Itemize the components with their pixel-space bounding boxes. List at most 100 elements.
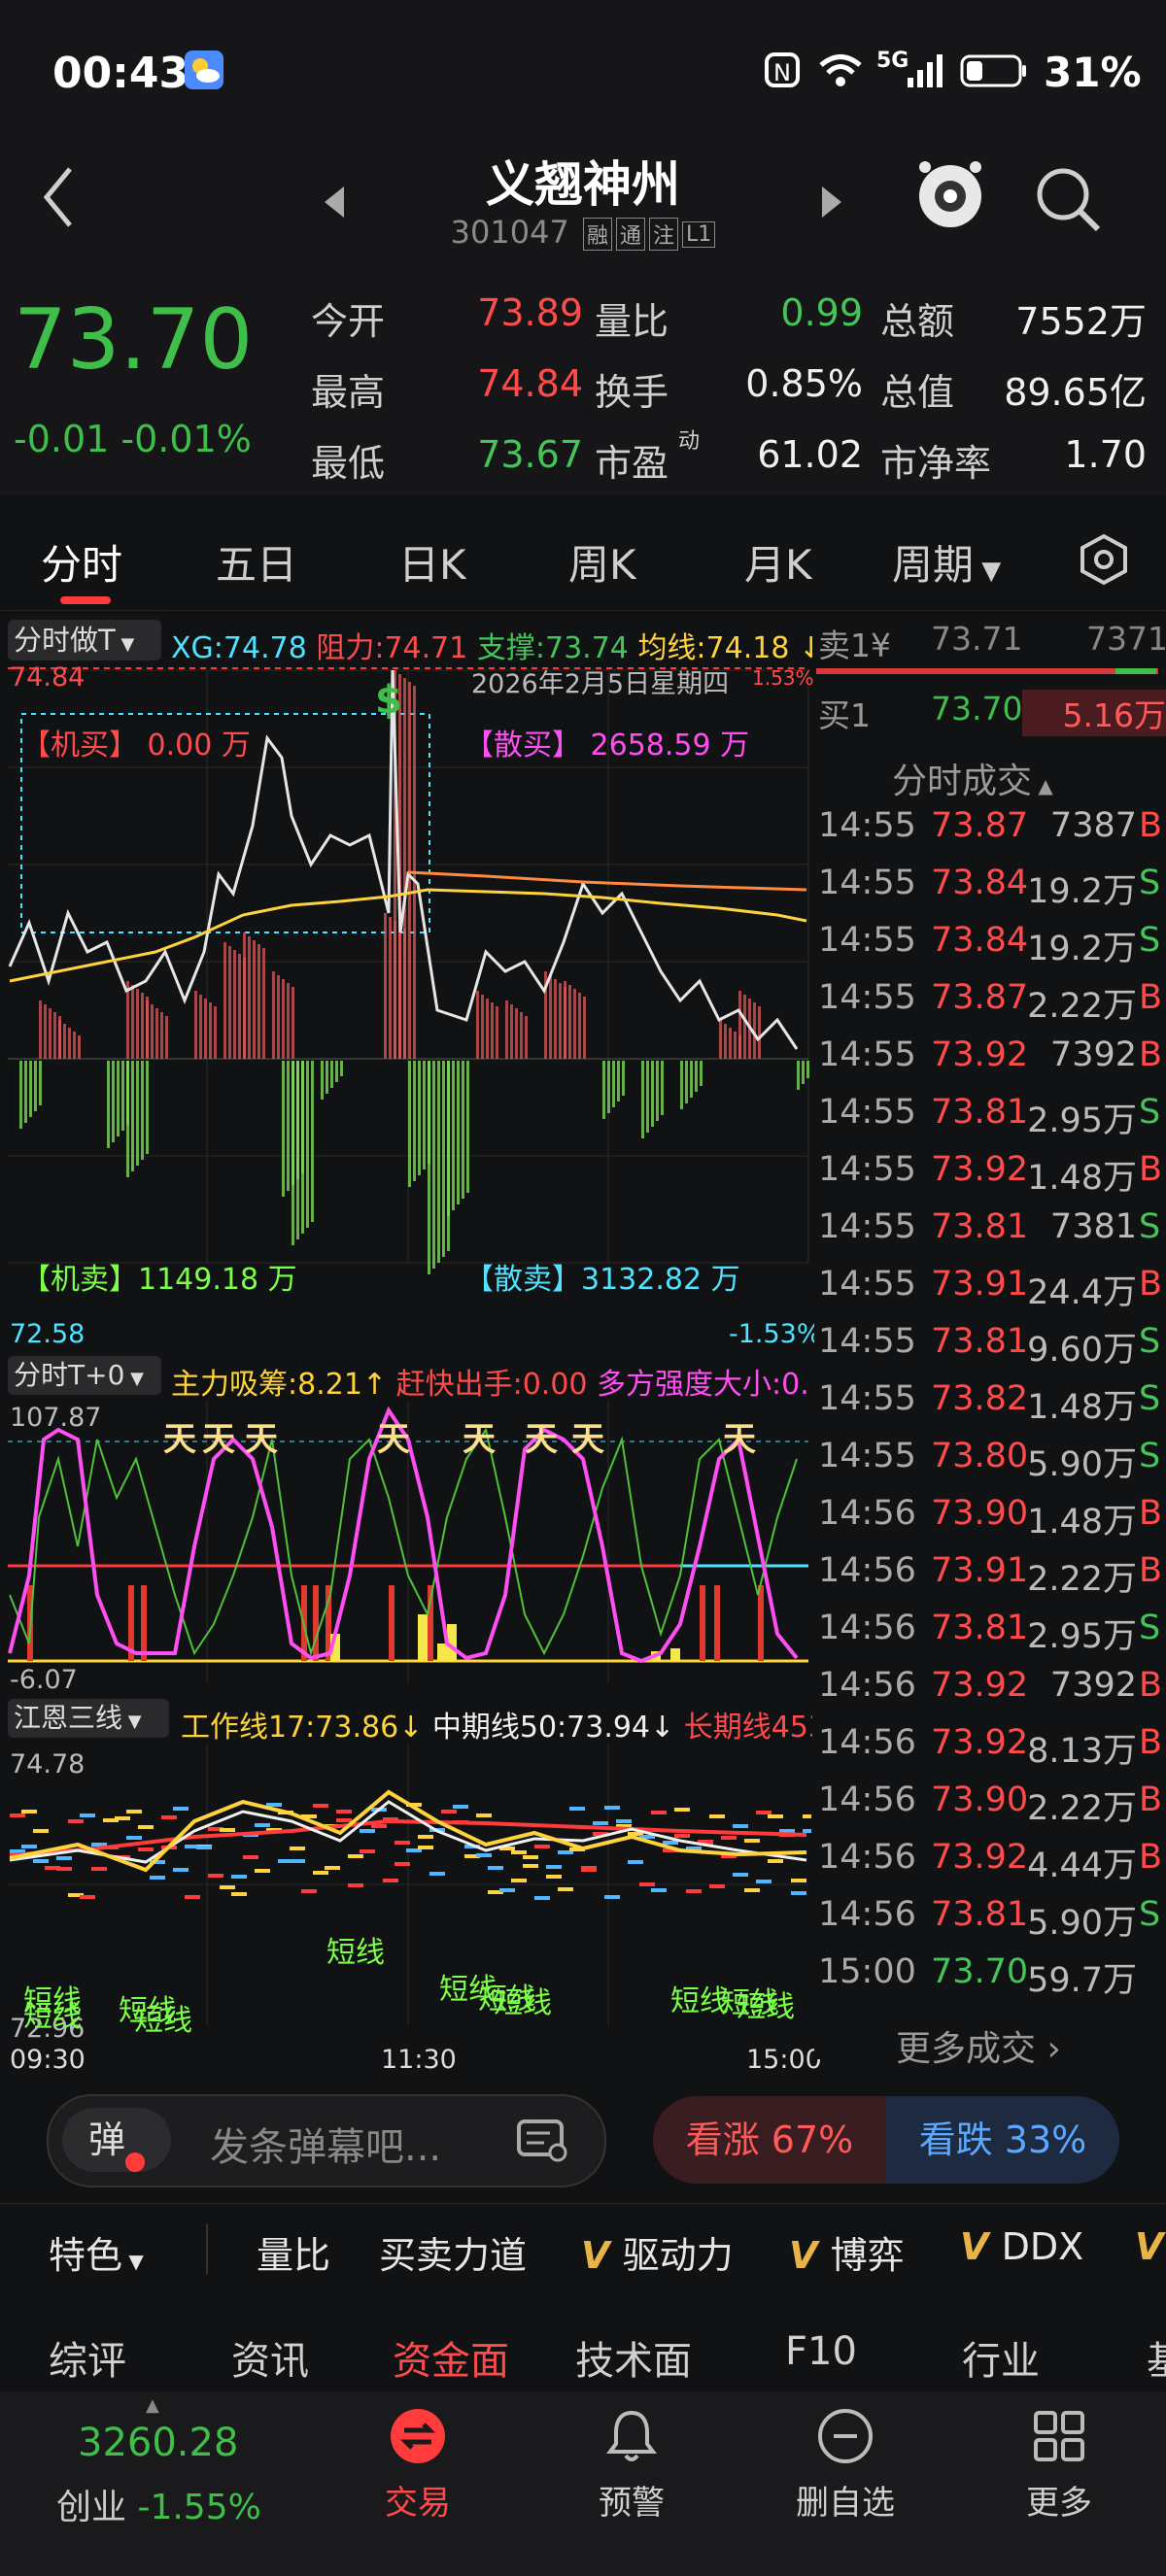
sky-marker: 天 bbox=[571, 1420, 604, 1459]
section-tabs: 综评 资讯 资金面 技术面 F10 行业 基 bbox=[0, 2294, 1166, 2391]
feature-drive[interactable]: V 驱动力 bbox=[581, 2225, 734, 2279]
bid-1-row: 买1 73.70 5.16万 bbox=[816, 690, 1166, 736]
feature-buy-sell-force[interactable]: 买卖力道 bbox=[379, 2225, 527, 2279]
buy-bar bbox=[272, 971, 275, 1059]
price-dash bbox=[651, 1811, 667, 1814]
trade-row: 14:56 73.81 2.95万 S bbox=[814, 1609, 1164, 1666]
t0-indicator-chart[interactable]: 分时T+0 ▼ 主力吸筹:8.21↑ 赶快出手:0.00 多方强度大小:0. 1… bbox=[0, 1352, 811, 1695]
sell-bar bbox=[428, 1061, 430, 1274]
price-dash bbox=[336, 1810, 352, 1813]
sky-marker: 天 bbox=[202, 1420, 235, 1459]
section-tab-capital[interactable]: 资金面 bbox=[393, 2329, 509, 2386]
indicator-select-t0[interactable]: 分时T+0 ▼ bbox=[8, 1356, 161, 1395]
mascot-icon[interactable] bbox=[913, 155, 987, 237]
section-tab-more[interactable]: 基 bbox=[1147, 2329, 1166, 2386]
signal-bar bbox=[700, 1585, 705, 1661]
trade-side: S bbox=[1139, 1437, 1161, 1475]
sell-bar bbox=[466, 1061, 469, 1193]
shortline-label: 短线 bbox=[326, 1936, 385, 1970]
feature-ddx[interactable]: V DDX bbox=[960, 2225, 1083, 2268]
trade-side: B bbox=[1139, 1150, 1163, 1189]
tab-five-day[interactable]: 五日 bbox=[216, 532, 297, 592]
shortline-label: 短线 bbox=[737, 1990, 795, 2024]
buy-bar bbox=[257, 944, 260, 1059]
price-dash bbox=[756, 1880, 772, 1883]
buy-bar bbox=[389, 917, 392, 1059]
buy-bar bbox=[719, 1020, 722, 1059]
tab-period[interactable]: 周期 ▼ bbox=[892, 532, 1001, 592]
vote-up-button[interactable]: 看涨 67% bbox=[653, 2096, 886, 2184]
more-trades-link[interactable]: 更多成交 › bbox=[896, 2020, 1061, 2071]
buy-bar bbox=[146, 1000, 149, 1059]
battery-percent: 31% bbox=[1044, 49, 1142, 96]
battery-icon bbox=[960, 54, 1028, 91]
price-dash bbox=[768, 1814, 783, 1818]
tab-monthly-k[interactable]: 月K bbox=[744, 532, 812, 592]
section-tab-technical[interactable]: 技术面 bbox=[575, 2329, 692, 2386]
trade-row: 14:55 73.80 5.90万 S bbox=[814, 1437, 1164, 1494]
feature-volume-ratio[interactable]: 量比 bbox=[257, 2225, 330, 2279]
danmu-toggle[interactable]: 弹 bbox=[62, 2108, 171, 2172]
index-value[interactable]: 3260.28 bbox=[78, 2421, 238, 2465]
trade-row: 14:56 73.92 4.44万 B bbox=[814, 1838, 1164, 1895]
nav-more[interactable]: 更多 bbox=[981, 2405, 1137, 2524]
settings-hexagon-icon[interactable] bbox=[1077, 532, 1131, 591]
tab-daily-k[interactable]: 日K bbox=[398, 532, 466, 592]
price-dash bbox=[453, 1805, 468, 1809]
shortline-label: 短线 bbox=[670, 1984, 729, 2018]
stock-code: 301047 bbox=[450, 214, 569, 251]
change-percent: -0.01% bbox=[120, 418, 252, 460]
intraday-chart[interactable]: 分时做T ▼ XG:74.78 阻力:74.71 支撑:73.74 均线:74.… bbox=[0, 612, 822, 1350]
sell-bar bbox=[292, 1061, 294, 1245]
nav-remove-watchlist[interactable]: 删自选 bbox=[768, 2405, 923, 2524]
buy-bar bbox=[578, 993, 581, 1059]
chart-mode-select[interactable]: 分时做T ▼ bbox=[8, 620, 161, 661]
indicator-select-gann[interactable]: 江恩三线 ▼ bbox=[8, 1699, 169, 1738]
sky-marker: 天 bbox=[525, 1420, 558, 1459]
nfc-icon: N bbox=[763, 51, 802, 93]
expand-up-icon[interactable]: ▲ bbox=[146, 2395, 159, 2416]
danmu-settings-icon[interactable] bbox=[515, 2118, 569, 2168]
gann-three-lines-chart[interactable]: 江恩三线 ▼ 工作线17:73.86↓ 中期线50:73.94↓ 长期线453:… bbox=[0, 1695, 822, 2075]
sell-bar bbox=[602, 1061, 605, 1119]
next-stock-button[interactable] bbox=[816, 183, 845, 225]
nav-trade[interactable]: 交易 bbox=[340, 2405, 496, 2524]
price-dash bbox=[56, 1867, 72, 1871]
trade-volume: 19.2万 bbox=[1027, 872, 1137, 911]
index-change-line[interactable]: 创业 -1.55% bbox=[56, 2479, 261, 2529]
feature-game[interactable]: V 博弈 bbox=[789, 2225, 905, 2279]
section-tab-overview[interactable]: 综评 bbox=[49, 2329, 126, 2386]
buy-bar bbox=[486, 999, 489, 1059]
buy-bar bbox=[233, 950, 236, 1059]
buy-bar bbox=[573, 989, 576, 1059]
tab-weekly-k[interactable]: 周K bbox=[568, 532, 636, 592]
tab-intraday[interactable]: 分时 bbox=[41, 532, 122, 592]
danmu-input[interactable]: 发条弹幕吧... bbox=[210, 2116, 441, 2172]
section-tab-industry[interactable]: 行业 bbox=[962, 2329, 1040, 2386]
trade-row: 14:56 73.91 2.22万 B bbox=[814, 1551, 1164, 1609]
trade-time: 14:55 bbox=[818, 864, 916, 902]
sell-bar bbox=[612, 1061, 615, 1107]
trade-time: 14:55 bbox=[818, 1437, 916, 1475]
bid-depth-bar bbox=[1115, 668, 1156, 674]
feature-select[interactable]: 特色 ▼ bbox=[49, 2225, 144, 2279]
trade-volume: 24.4万 bbox=[1027, 1273, 1137, 1312]
section-tab-f10[interactable]: F10 bbox=[785, 2329, 857, 2374]
stat-value: 1.70 bbox=[1064, 433, 1147, 476]
stat-label: 量比 bbox=[595, 300, 669, 343]
sell-bar bbox=[700, 1061, 703, 1086]
trade-volume: 1.48万 bbox=[1027, 1159, 1137, 1198]
nav-alert[interactable]: 预警 bbox=[554, 2405, 709, 2524]
price-dash bbox=[313, 1804, 328, 1808]
section-tab-news[interactable]: 资讯 bbox=[231, 2329, 309, 2386]
trades-title[interactable]: 分时成交 ▲ bbox=[892, 753, 1053, 803]
sell-bar bbox=[695, 1061, 698, 1092]
sky-marker: 天 bbox=[163, 1420, 196, 1459]
search-icon[interactable] bbox=[1030, 161, 1104, 239]
sell-bar bbox=[340, 1061, 343, 1076]
trade-side: B bbox=[1139, 1780, 1163, 1819]
trade-time: 14:55 bbox=[818, 1379, 916, 1418]
trade-volume: 8.13万 bbox=[1027, 1732, 1137, 1771]
trade-volume: 7381 bbox=[1049, 1207, 1137, 1246]
vote-down-button[interactable]: 看跌 33% bbox=[886, 2096, 1119, 2184]
